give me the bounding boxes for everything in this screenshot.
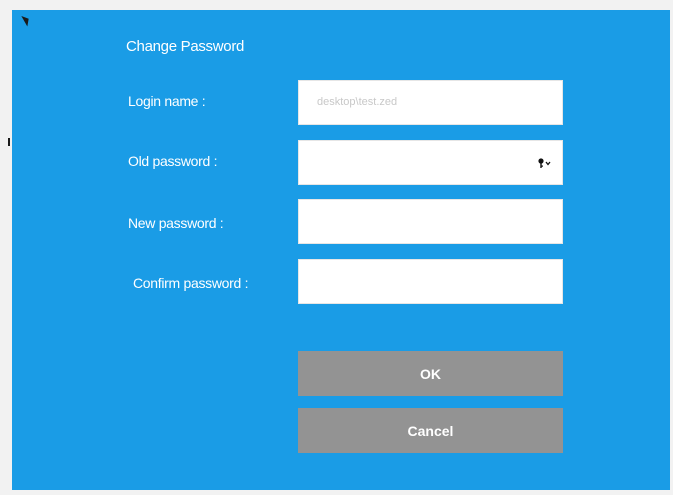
login-name-placeholder: desktop\test.zed [317, 96, 398, 108]
old-password-field[interactable] [298, 140, 563, 185]
confirm-password-field[interactable] [298, 259, 563, 304]
cancel-button[interactable]: Cancel [298, 408, 563, 453]
dialog-title: Change Password [126, 38, 245, 55]
ok-button[interactable]: OK [298, 351, 563, 396]
window-edge-mark [8, 138, 10, 146]
login-name-label: Login name : [128, 93, 206, 109]
old-password-label: Old password : [128, 153, 218, 169]
screen: Change Password Login name : desktop\tes… [0, 0, 673, 495]
key-dropdown-icon[interactable] [538, 157, 552, 169]
login-name-field[interactable]: desktop\test.zed [298, 80, 563, 125]
change-password-dialog: Change Password Login name : desktop\tes… [12, 10, 670, 490]
confirm-password-label: Confirm password : [133, 275, 249, 291]
mouse-cursor-icon [21, 13, 32, 27]
new-password-field[interactable] [298, 199, 563, 244]
new-password-label: New password : [128, 215, 224, 231]
